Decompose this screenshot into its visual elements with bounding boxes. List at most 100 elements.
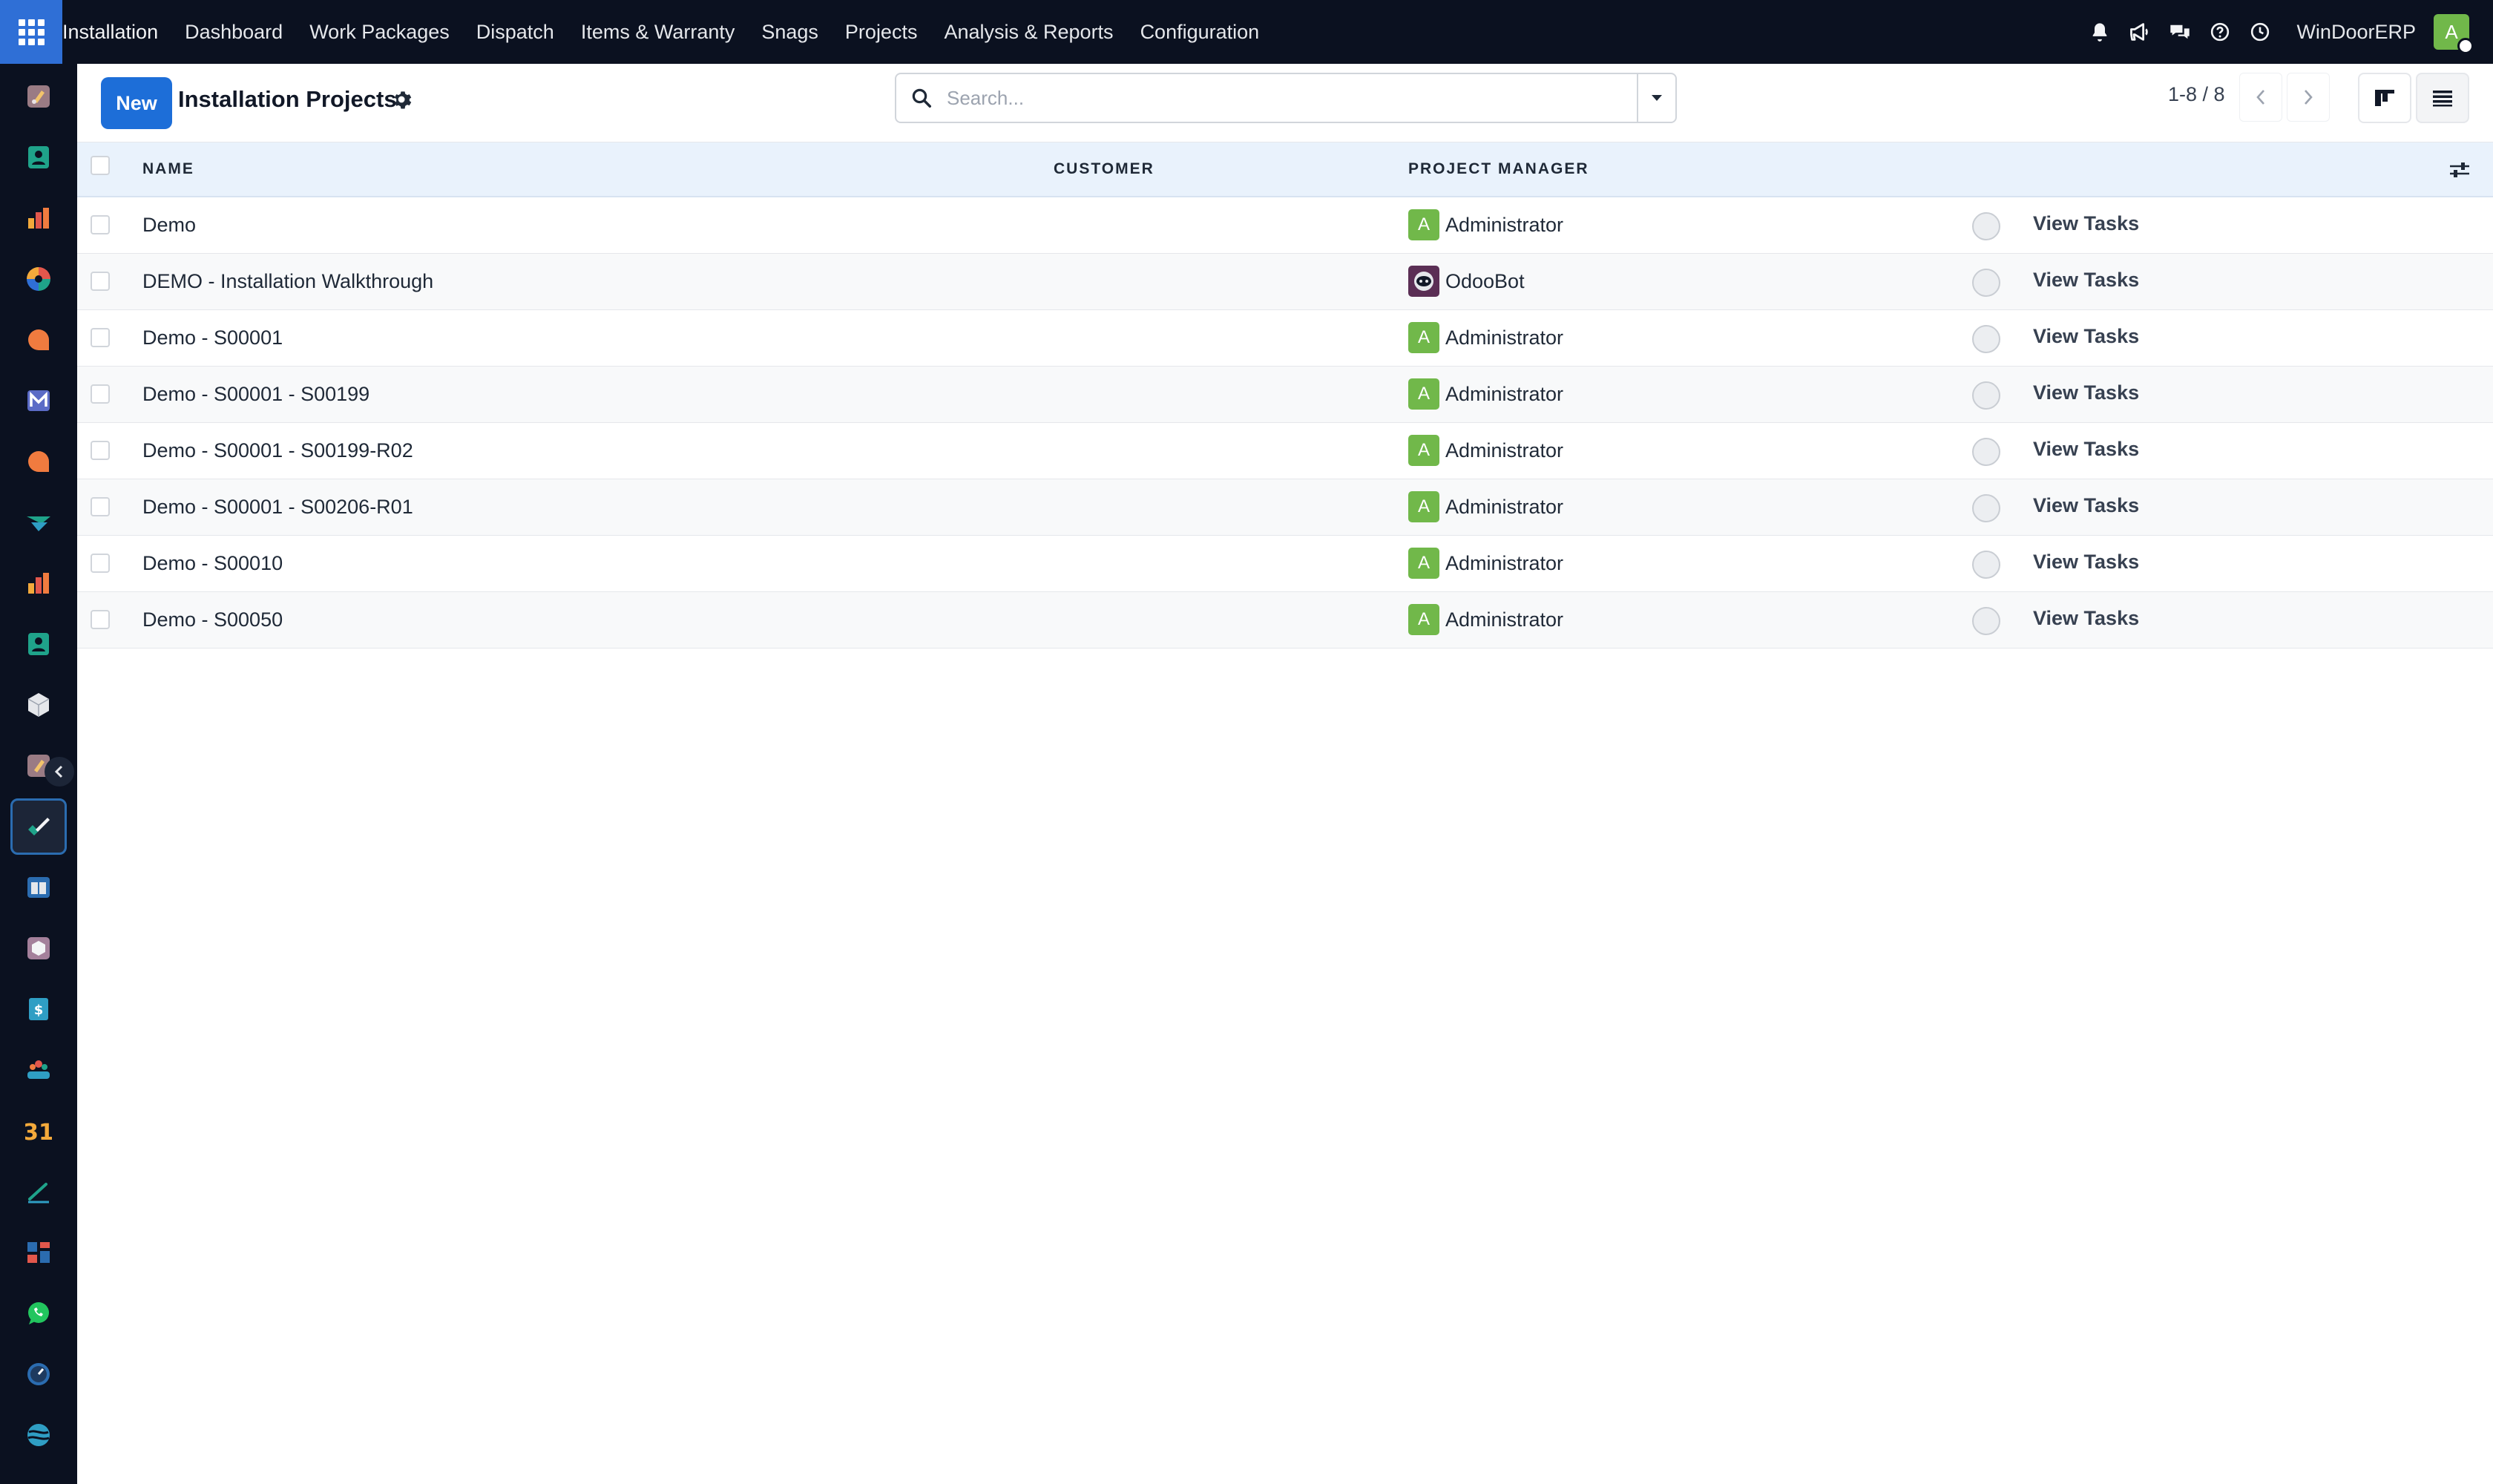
gear-icon[interactable] bbox=[392, 89, 414, 111]
rail-app-chat[interactable] bbox=[10, 433, 67, 490]
project-name[interactable]: Demo bbox=[142, 214, 196, 237]
status-indicator[interactable] bbox=[1972, 269, 2000, 297]
column-header-project-manager[interactable]: PROJECT MANAGER bbox=[1408, 160, 1589, 178]
rail-app-inventory[interactable] bbox=[10, 677, 67, 733]
menu-brand-installation[interactable]: Installation bbox=[62, 21, 171, 44]
rail-app-website[interactable] bbox=[10, 1407, 67, 1463]
view-tasks-button[interactable]: View Tasks bbox=[2033, 381, 2139, 404]
project-name[interactable]: Demo - S00001 - S00199 bbox=[142, 383, 369, 406]
row-checkbox[interactable] bbox=[91, 441, 110, 460]
rail-app-knowledge[interactable] bbox=[10, 859, 67, 916]
status-indicator[interactable] bbox=[1972, 212, 2000, 240]
rail-app-discuss[interactable] bbox=[10, 68, 67, 125]
column-header-name[interactable]: NAME bbox=[142, 160, 194, 178]
project-name[interactable]: DEMO - Installation Walkthrough bbox=[142, 270, 433, 293]
rail-app-team[interactable] bbox=[10, 1042, 67, 1098]
rail-app-whatsapp[interactable] bbox=[10, 1285, 67, 1342]
status-indicator[interactable] bbox=[1972, 438, 2000, 466]
rail-app-crm[interactable] bbox=[10, 251, 67, 307]
view-tasks-button[interactable]: View Tasks bbox=[2033, 325, 2139, 348]
rail-app-livechat[interactable] bbox=[10, 312, 67, 368]
view-tasks-button[interactable]: View Tasks bbox=[2033, 551, 2139, 574]
project-manager-cell[interactable]: A Administrator bbox=[1408, 435, 1563, 466]
user-avatar[interactable]: A bbox=[2434, 14, 2474, 54]
project-manager-cell[interactable]: A Administrator bbox=[1408, 378, 1563, 410]
menu-item-work-packages[interactable]: Work Packages bbox=[296, 21, 463, 44]
view-tasks-button[interactable]: View Tasks bbox=[2033, 212, 2139, 235]
rail-app-reports[interactable] bbox=[10, 555, 67, 611]
status-indicator[interactable] bbox=[1972, 551, 2000, 579]
rail-app-installation[interactable] bbox=[10, 798, 67, 855]
project-name[interactable]: Demo - S00001 bbox=[142, 326, 283, 349]
menu-item-configuration[interactable]: Configuration bbox=[1127, 21, 1273, 44]
view-tasks-button[interactable]: View Tasks bbox=[2033, 269, 2139, 292]
project-manager-cell[interactable]: A Administrator bbox=[1408, 604, 1563, 635]
rail-app-product[interactable] bbox=[10, 920, 67, 976]
view-tasks-button[interactable]: View Tasks bbox=[2033, 438, 2139, 461]
project-manager-cell[interactable]: A Administrator bbox=[1408, 491, 1563, 522]
rail-app-timer[interactable] bbox=[10, 1346, 67, 1402]
rail-app-employees[interactable] bbox=[10, 616, 67, 672]
new-button[interactable]: New bbox=[101, 77, 172, 129]
row-checkbox[interactable] bbox=[91, 215, 110, 234]
project-name[interactable]: Demo - S00001 - S00206-R01 bbox=[142, 496, 413, 519]
page-title[interactable]: Installation Projects bbox=[178, 86, 397, 113]
view-tasks-button[interactable]: View Tasks bbox=[2033, 607, 2139, 630]
rail-app-sales[interactable] bbox=[10, 190, 67, 246]
pager-next-button[interactable] bbox=[2287, 73, 2330, 122]
bell-icon[interactable] bbox=[2082, 14, 2118, 50]
menu-item-snags[interactable]: Snags bbox=[748, 21, 832, 44]
table-row[interactable]: Demo - S00050 A Administrator View Tasks bbox=[77, 592, 2493, 649]
table-row[interactable]: Demo - S00010 A Administrator View Tasks bbox=[77, 536, 2493, 592]
menu-item-projects[interactable]: Projects bbox=[832, 21, 931, 44]
status-indicator[interactable] bbox=[1972, 325, 2000, 353]
help-icon[interactable] bbox=[2202, 14, 2238, 50]
table-row[interactable]: Demo - S00001 A Administrator View Tasks bbox=[77, 310, 2493, 367]
project-manager-cell[interactable]: A Administrator bbox=[1408, 322, 1563, 353]
pager-value[interactable]: 1-8 / 8 bbox=[2168, 83, 2225, 106]
apps-menu-button[interactable] bbox=[0, 0, 62, 64]
row-checkbox[interactable] bbox=[91, 497, 110, 516]
menu-item-items-warranty[interactable]: Items & Warranty bbox=[568, 21, 749, 44]
project-name[interactable]: Demo - S00050 bbox=[142, 608, 283, 631]
row-checkbox[interactable] bbox=[91, 554, 110, 573]
menu-item-dashboard[interactable]: Dashboard bbox=[171, 21, 296, 44]
row-checkbox[interactable] bbox=[91, 272, 110, 291]
status-indicator[interactable] bbox=[1972, 494, 2000, 522]
search-input[interactable] bbox=[947, 76, 1637, 120]
row-checkbox[interactable] bbox=[91, 328, 110, 347]
table-row[interactable]: Demo - S00001 - S00199-R02 A Administrat… bbox=[77, 423, 2493, 479]
rail-app-accounting[interactable]: $ bbox=[10, 981, 67, 1037]
status-indicator[interactable] bbox=[1972, 607, 2000, 635]
select-all-checkbox[interactable] bbox=[91, 156, 110, 175]
row-checkbox[interactable] bbox=[91, 384, 110, 404]
table-row[interactable]: DEMO - Installation Walkthrough OdooBot … bbox=[77, 254, 2493, 310]
search-options-toggle[interactable] bbox=[1637, 74, 1675, 122]
list-view-button[interactable] bbox=[2416, 73, 2469, 123]
pager-previous-button[interactable] bbox=[2239, 73, 2282, 122]
kanban-view-button[interactable] bbox=[2358, 73, 2411, 123]
megaphone-icon[interactable] bbox=[2122, 14, 2158, 50]
column-header-customer[interactable]: CUSTOMER bbox=[1054, 160, 1154, 178]
project-name[interactable]: Demo - S00010 bbox=[142, 552, 283, 575]
rail-app-planning[interactable] bbox=[10, 494, 67, 551]
rail-app-contacts[interactable] bbox=[10, 129, 67, 186]
menu-item-analysis-reports[interactable]: Analysis & Reports bbox=[930, 21, 1126, 44]
project-name[interactable]: Demo - S00001 - S00199-R02 bbox=[142, 439, 413, 462]
project-manager-cell[interactable]: A Administrator bbox=[1408, 209, 1563, 240]
menu-item-dispatch[interactable]: Dispatch bbox=[463, 21, 568, 44]
rail-app-dashboard[interactable] bbox=[10, 1224, 67, 1281]
company-name[interactable]: WinDoorERP bbox=[2296, 21, 2416, 44]
rail-app-email-marketing[interactable] bbox=[10, 372, 67, 429]
clock-icon[interactable] bbox=[2242, 14, 2278, 50]
status-indicator[interactable] bbox=[1972, 381, 2000, 410]
table-row[interactable]: Demo - S00001 - S00199 A Administrator V… bbox=[77, 367, 2493, 423]
rail-app-calendar[interactable]: 31 bbox=[10, 1103, 67, 1159]
table-row[interactable]: Demo - S00001 - S00206-R01 A Administrat… bbox=[77, 479, 2493, 536]
rail-collapse-button[interactable] bbox=[45, 757, 74, 787]
chat-icon[interactable] bbox=[2162, 14, 2198, 50]
project-manager-cell[interactable]: OdooBot bbox=[1408, 266, 1525, 297]
table-row[interactable]: Demo A Administrator View Tasks bbox=[77, 197, 2493, 254]
view-tasks-button[interactable]: View Tasks bbox=[2033, 494, 2139, 517]
optional-columns-button[interactable] bbox=[2447, 157, 2472, 183]
